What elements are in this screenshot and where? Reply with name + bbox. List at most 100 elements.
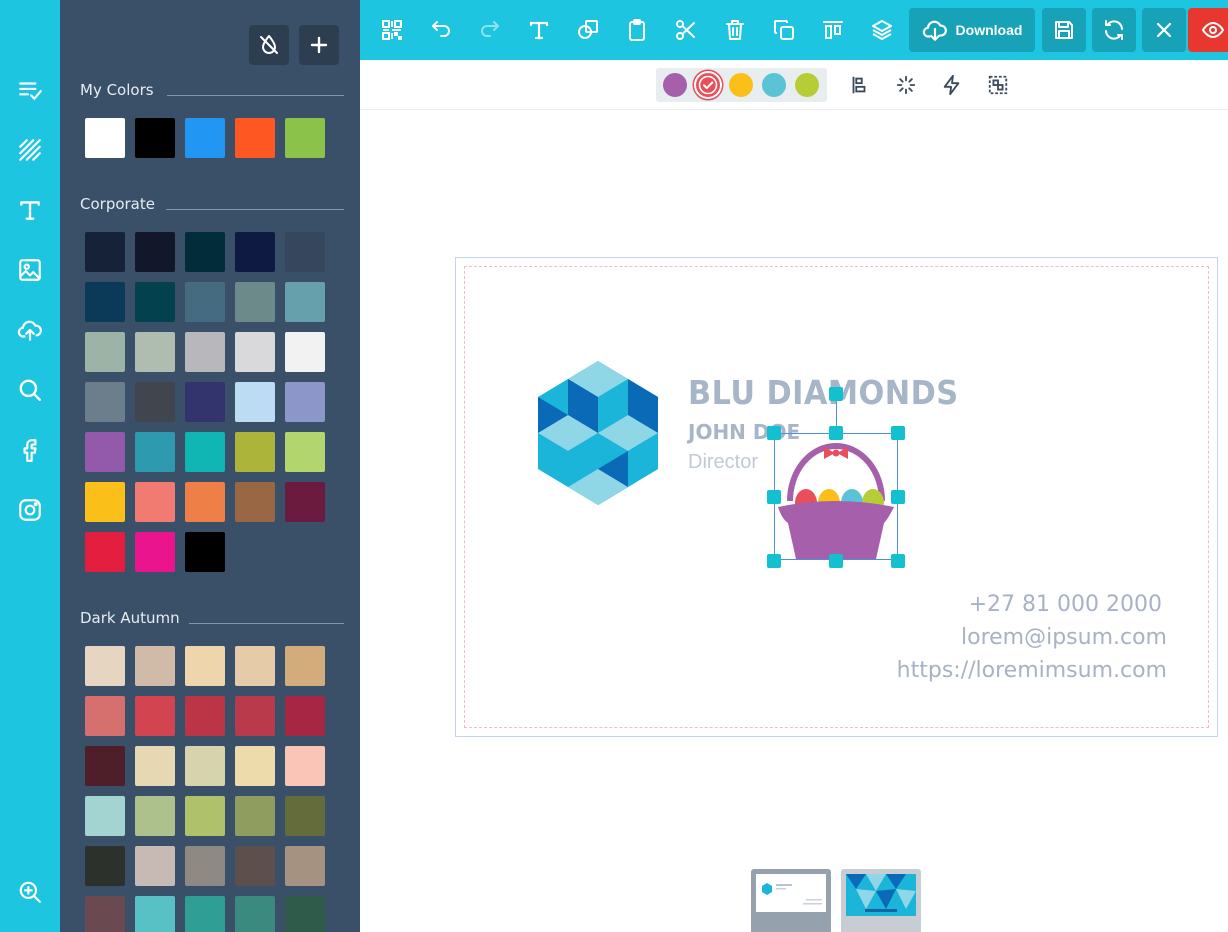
resize-handle-bottom-right[interactable] [891,554,905,568]
align-top-button[interactable] [813,10,853,50]
color-swatch[interactable] [135,646,175,686]
color-swatch[interactable] [285,382,325,422]
color-swatch[interactable] [85,896,125,932]
backgrounds-icon[interactable] [0,130,60,170]
color-swatch[interactable] [185,846,225,886]
resize-handle-left[interactable] [767,490,781,504]
company-name[interactable]: BLU DIAMONDS [688,373,959,412]
close-button[interactable] [1142,8,1186,52]
color-swatch[interactable] [285,896,325,932]
color-swatch[interactable] [185,232,225,272]
color-swatch[interactable] [285,118,325,158]
color-swatch[interactable] [135,232,175,272]
color-swatch[interactable] [235,746,275,786]
color-swatch[interactable] [135,282,175,322]
align-button[interactable] [845,71,873,99]
color-swatch[interactable] [85,846,125,886]
selection-box[interactable] [774,433,898,560]
color-swatch[interactable] [185,382,225,422]
color-swatch[interactable] [235,482,275,522]
color-swatch[interactable] [185,696,225,736]
color-swatch[interactable] [235,696,275,736]
color-swatch[interactable] [235,332,275,372]
color-swatch[interactable] [135,746,175,786]
color-swatch[interactable] [235,232,275,272]
color-swatch[interactable] [285,846,325,886]
refresh-button[interactable] [1092,8,1136,52]
resize-handle-top[interactable] [829,426,843,440]
color-swatch[interactable] [185,432,225,472]
qr-code-button[interactable] [372,10,412,50]
color-swatch[interactable] [85,382,125,422]
add-color-button[interactable] [299,25,339,65]
color-swatch[interactable] [185,746,225,786]
templates-icon[interactable] [0,70,60,110]
rotate-handle[interactable] [829,387,843,401]
save-button[interactable] [1042,8,1086,52]
color-swatch[interactable] [135,382,175,422]
search-icon[interactable] [0,370,60,410]
download-button[interactable]: Download [909,8,1035,52]
color-swatch[interactable] [135,696,175,736]
text-icon[interactable] [0,190,60,230]
facebook-icon[interactable] [0,430,60,470]
redo-button[interactable] [470,10,510,50]
group-button[interactable] [984,71,1012,99]
color-swatch[interactable] [185,482,225,522]
element-color-dot[interactable] [729,73,753,97]
color-swatch[interactable] [185,282,225,322]
color-swatch[interactable] [285,232,325,272]
color-swatch[interactable] [285,746,325,786]
color-swatch[interactable] [135,846,175,886]
color-swatch[interactable] [185,796,225,836]
color-swatch[interactable] [85,696,125,736]
color-swatch[interactable] [235,846,275,886]
resize-handle-right[interactable] [891,490,905,504]
instagram-icon[interactable] [0,490,60,530]
color-swatch[interactable] [85,232,125,272]
color-swatch[interactable] [135,118,175,158]
color-swatch[interactable] [135,432,175,472]
website-url[interactable]: https://loremimsum.com [897,658,1167,683]
color-swatch[interactable] [135,796,175,836]
element-color-dot[interactable] [663,73,687,97]
email-address[interactable]: lorem@ipsum.com [961,625,1167,650]
color-swatch[interactable] [285,796,325,836]
color-swatch[interactable] [135,332,175,372]
color-swatch[interactable] [85,332,125,372]
shape-button[interactable] [568,10,608,50]
color-swatch[interactable] [85,746,125,786]
design-canvas[interactable]: BLU DIAMONDS JOHN DOE Director +27 81 00… [455,257,1218,737]
job-title[interactable]: Director [688,451,758,474]
color-swatch[interactable] [285,696,325,736]
color-swatch[interactable] [235,646,275,686]
color-swatch[interactable] [135,896,175,932]
add-text-button[interactable] [519,10,559,50]
color-swatch[interactable] [85,482,125,522]
color-swatch[interactable] [185,332,225,372]
page-thumbnail-back[interactable] [841,869,921,932]
color-swatch[interactable] [235,382,275,422]
preview-button[interactable] [1188,8,1228,52]
element-color-dot[interactable] [762,73,786,97]
undo-button[interactable] [421,10,461,50]
resize-handle-top-right[interactable] [891,426,905,440]
image-icon[interactable] [0,250,60,290]
color-swatch[interactable] [285,282,325,322]
resize-handle-top-left[interactable] [767,426,781,440]
color-swatch[interactable] [85,532,125,572]
duplicate-button[interactable] [764,10,804,50]
color-swatch[interactable] [85,282,125,322]
color-swatch[interactable] [185,532,225,572]
element-color-dot[interactable] [696,73,720,97]
color-swatch[interactable] [285,646,325,686]
color-swatch[interactable] [235,282,275,322]
color-swatch[interactable] [135,482,175,522]
delete-button[interactable] [715,10,755,50]
color-swatch[interactable] [85,796,125,836]
color-swatch[interactable] [285,432,325,472]
color-swatch[interactable] [235,118,275,158]
page-thumbnail-front[interactable] [751,869,831,932]
effects-button[interactable] [892,71,920,99]
zoom-in-icon[interactable] [0,872,60,912]
